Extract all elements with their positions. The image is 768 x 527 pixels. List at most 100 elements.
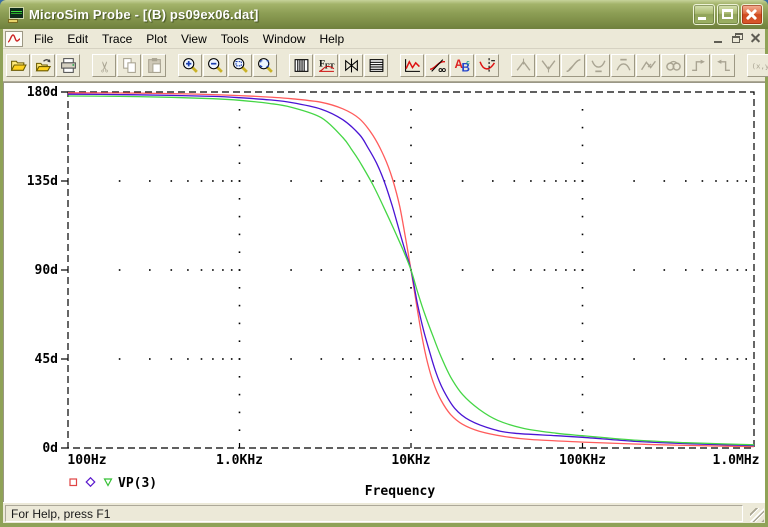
cursor-coordinates-icon: (x,y) (751, 61, 767, 70)
cursor-next-transition-button[interactable] (686, 53, 710, 77)
mdi-minimize-icon (714, 41, 722, 43)
status-bar: For Help, press F1 (3, 502, 765, 523)
print-button[interactable] (56, 53, 80, 77)
menu-item-plot[interactable]: Plot (139, 30, 174, 48)
fourier-button[interactable]: F FT (314, 53, 338, 77)
cursor-trough-icon (541, 59, 555, 72)
y-tick-label: 135d (27, 174, 58, 189)
menu-item-tools[interactable]: Tools (214, 30, 256, 48)
legend-marker-diamond (85, 476, 96, 488)
cursor-search-button[interactable] (661, 53, 685, 77)
performance-analysis-icon (344, 58, 358, 72)
cursor-peak-button[interactable] (511, 53, 535, 77)
copy-icon (122, 57, 136, 73)
cursor-slope-button[interactable] (561, 53, 585, 77)
fourier-icon: F FT (318, 58, 334, 72)
x-tick-label: 100Hz (67, 453, 106, 468)
plot-client-area: 180d 135d 90d 45d 0d 100Hz 1.0KHz 10KHz 100KHz 1.… (3, 82, 765, 502)
mdi-close-button[interactable] (747, 31, 764, 46)
cursor-max-icon (615, 58, 631, 71)
menu-item-window[interactable]: Window (256, 30, 313, 48)
legend-marker-triangle-down (103, 478, 113, 487)
cursor-search-icon (665, 60, 681, 71)
paste-button[interactable] (142, 53, 166, 77)
zoom-in-button[interactable] (178, 53, 202, 77)
maximize-button[interactable] (717, 4, 739, 25)
resize-grip[interactable] (750, 508, 764, 522)
maximize-icon (722, 9, 733, 19)
text-label-icon: ABc (454, 58, 470, 74)
y-tick-label: 180d (27, 85, 58, 100)
x-tick-label: 100KHz (559, 453, 606, 468)
zoom-out-icon (207, 57, 223, 73)
minimize-icon (698, 17, 706, 20)
status-message: For Help, press F1 (5, 504, 743, 522)
menu-item-view[interactable]: View (174, 30, 214, 48)
legend-marker-square (69, 478, 78, 487)
x-tick-label: 10KHz (391, 453, 430, 468)
eval-goal-function-button[interactable] (425, 53, 449, 77)
mdi-minimize-button[interactable] (711, 31, 728, 46)
menu-item-file[interactable]: File (27, 30, 60, 48)
append-file-icon (35, 58, 51, 71)
add-trace-icon (404, 58, 420, 72)
open-file-icon (10, 60, 27, 71)
x-tick-label: 1.0MHz (713, 453, 760, 468)
toggle-cursor-icon (478, 57, 495, 73)
menu-item-help[interactable]: Help (312, 30, 351, 48)
cursor-coordinates-button[interactable]: (x,y) (747, 53, 768, 77)
legend[interactable]: VP(3) (69, 476, 157, 491)
zoom-fit-icon (257, 57, 273, 73)
eval-goal-function-icon (429, 58, 446, 72)
svg-text:c: c (466, 59, 470, 66)
cursor-next-transition-icon (691, 59, 705, 71)
cursor-max-button[interactable] (611, 53, 635, 77)
zoom-area-button[interactable] (228, 53, 252, 77)
mdi-restore-button[interactable] (729, 31, 746, 46)
text-label-button[interactable]: ABc (450, 53, 474, 77)
minimize-button[interactable] (693, 4, 715, 25)
cursor-point-button[interactable] (636, 53, 660, 77)
print-icon (60, 57, 76, 73)
cursor-min-icon (590, 59, 606, 72)
app-icon (8, 6, 25, 23)
zoom-out-button[interactable] (203, 53, 227, 77)
paste-icon (147, 57, 161, 73)
cursor-previous-transition-button[interactable] (711, 53, 735, 77)
cursor-previous-transition-icon (716, 59, 730, 71)
svg-text:✂: ✂ (96, 60, 113, 72)
x-axis-title: Frequency (365, 484, 436, 499)
zoom-in-icon (182, 57, 198, 73)
open-file-button[interactable] (6, 53, 30, 77)
add-trace-button[interactable] (400, 53, 424, 77)
window-title: MicroSim Probe - [(B) ps09ex06.dat] (29, 7, 259, 22)
phase-plot: 180d 135d 90d 45d 0d 100Hz 1.0KHz 10KHz 100KHz 1.… (27, 85, 760, 499)
document-window-icon[interactable] (5, 30, 23, 47)
append-file-button[interactable] (31, 53, 55, 77)
cursor-min-button[interactable] (586, 53, 610, 77)
y-tick-label: 0d (42, 441, 58, 456)
close-button[interactable] (741, 4, 763, 25)
zoom-area-icon (232, 57, 248, 73)
menu-item-trace[interactable]: Trace (95, 30, 139, 48)
cursor-trough-button[interactable] (536, 53, 560, 77)
y-tick-label: 90d (35, 263, 58, 278)
x-axis-settings-icon (294, 58, 308, 72)
cursor-peak-icon (516, 58, 530, 71)
toggle-cursor-button[interactable] (475, 53, 499, 77)
y-axis-settings-button[interactable] (364, 53, 388, 77)
app-window: MicroSim Probe - [(B) ps09ex06.dat] File… (0, 0, 768, 527)
toolbar: ✂ FFT ABc (x,y) (3, 49, 768, 82)
y-tick-label: 45d (35, 352, 58, 367)
x-axis-settings-button[interactable] (289, 53, 313, 77)
performance-analysis-button[interactable] (339, 53, 363, 77)
y-axis-settings-icon (369, 58, 383, 72)
cut-button[interactable]: ✂ (92, 53, 116, 77)
cursor-slope-icon (565, 58, 581, 72)
zoom-fit-button[interactable] (253, 53, 277, 77)
copy-button[interactable] (117, 53, 141, 77)
menu-bar: File Edit Trace Plot View Tools Window Help (3, 29, 765, 49)
menu-item-edit[interactable]: Edit (60, 30, 95, 48)
cursor-point-icon (640, 60, 656, 70)
cut-icon: ✂ (96, 60, 113, 72)
